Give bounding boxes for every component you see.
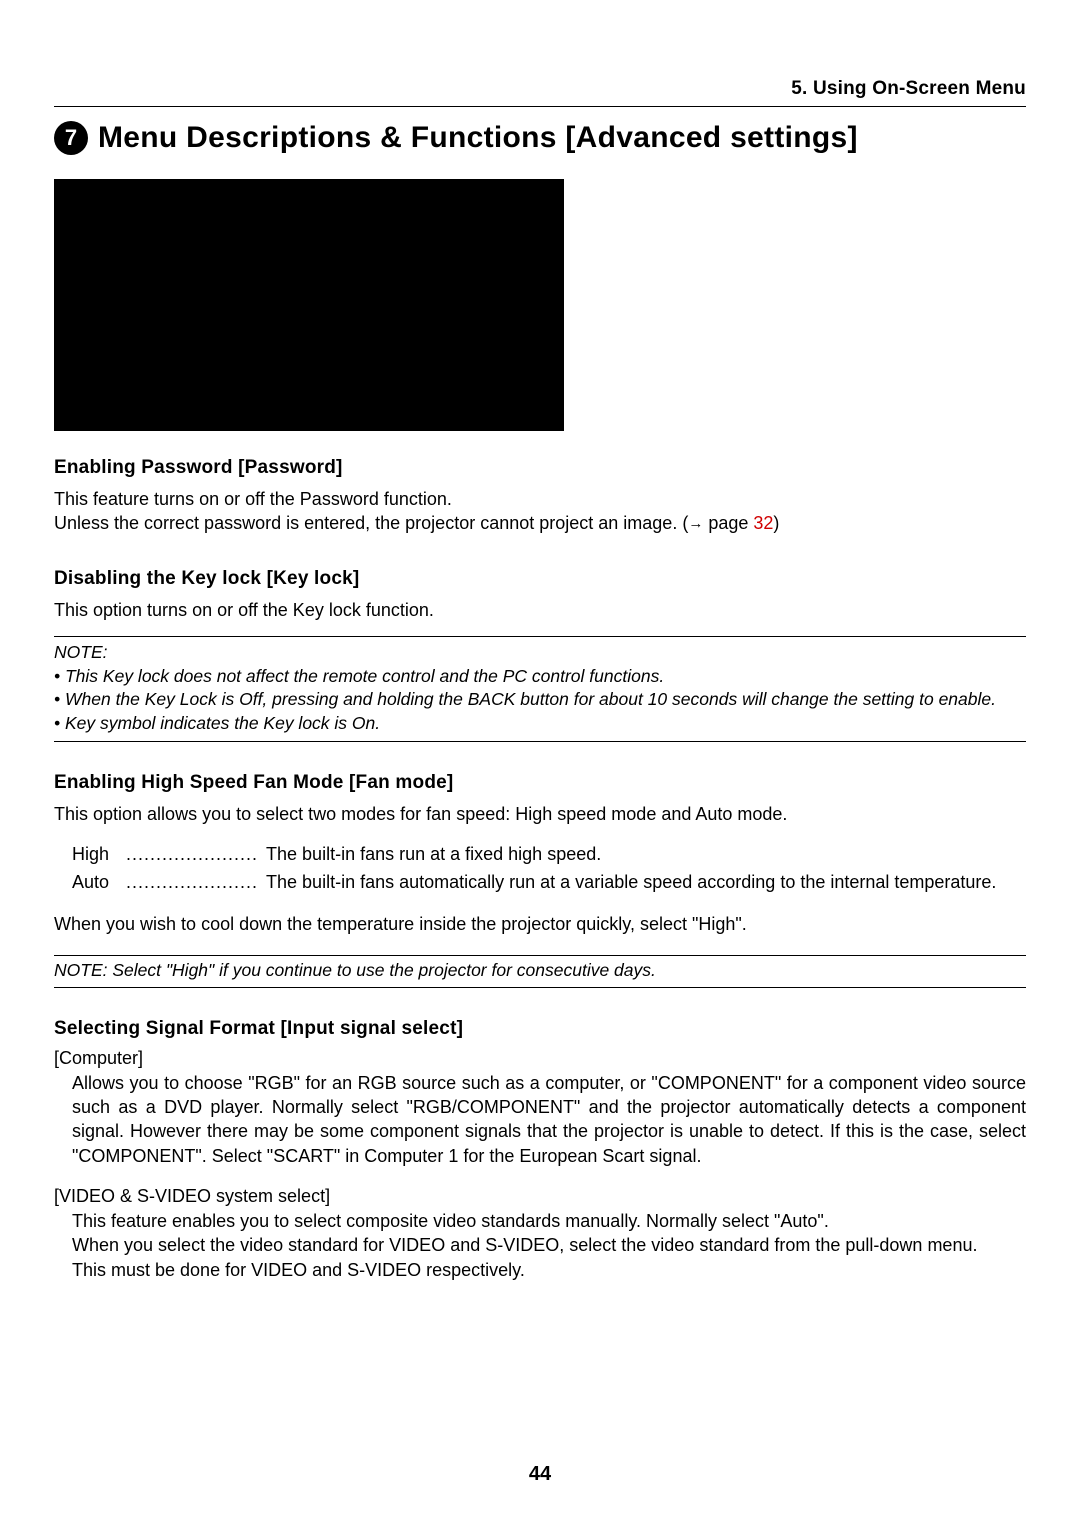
signal-computer-body: Allows you to choose "RGB" for an RGB so… xyxy=(72,1071,1026,1168)
page-number: 44 xyxy=(0,1463,1080,1486)
page-reference-link[interactable]: 32 xyxy=(753,513,773,533)
page-container: 5. Using On-Screen Menu 7 Menu Descripti… xyxy=(0,0,1080,1526)
keylock-note-2: • When the Key Lock is Off, pressing and… xyxy=(54,688,1026,712)
dots-leader: ...................... xyxy=(126,841,258,869)
chapter-header: 5. Using On-Screen Menu xyxy=(54,78,1026,107)
password-body: This feature turns on or off the Passwor… xyxy=(54,487,1026,536)
fan-body: This option allows you to select two mod… xyxy=(54,802,1026,826)
fan-auto-label: Auto xyxy=(72,869,122,897)
signal-video-line3: This must be done for VIDEO and S-VIDEO … xyxy=(72,1260,525,1280)
fan-mode-list: High ...................... The built-in… xyxy=(72,841,1026,897)
password-line1: This feature turns on or off the Passwor… xyxy=(54,489,452,509)
keylock-note-3: • Key symbol indicates the Key lock is O… xyxy=(54,712,1026,736)
section-title-row: 7 Menu Descriptions & Functions [Advance… xyxy=(54,121,1026,155)
fan-high-label: High xyxy=(72,841,122,869)
keylock-note-block: NOTE: • This Key lock does not affect th… xyxy=(54,636,1026,743)
section-title: Menu Descriptions & Functions [Advanced … xyxy=(98,121,858,155)
signal-computer-label: [Computer] xyxy=(54,1048,1026,1069)
fan-heading: Enabling High Speed Fan Mode [Fan mode] xyxy=(54,772,1026,794)
note-label: NOTE: xyxy=(54,641,1026,665)
fan-note: NOTE: Select "High" if you continue to u… xyxy=(54,955,1026,988)
signal-video-label: [VIDEO & S-VIDEO system select] xyxy=(54,1186,1026,1207)
signal-video-line2: When you select the video standard for V… xyxy=(72,1235,977,1255)
section-number-badge: 7 xyxy=(54,121,88,155)
fan-after-text: When you wish to cool down the temperatu… xyxy=(54,912,1026,936)
password-line2c: ) xyxy=(773,513,779,533)
menu-screenshot-placeholder xyxy=(54,179,564,431)
arrow-icon: → xyxy=(688,515,703,532)
signal-heading: Selecting Signal Format [Input signal se… xyxy=(54,1018,1026,1040)
fan-auto-desc: The built-in fans automatically run at a… xyxy=(266,869,996,897)
fan-high-desc: The built-in fans run at a fixed high sp… xyxy=(266,841,601,869)
keylock-heading: Disabling the Key lock [Key lock] xyxy=(54,568,1026,590)
fan-row-auto: Auto ...................... The built-in… xyxy=(72,869,1026,897)
fan-row-high: High ...................... The built-in… xyxy=(72,841,1026,869)
signal-video-line1: This feature enables you to select compo… xyxy=(72,1211,829,1231)
password-line2b: page xyxy=(703,513,753,533)
password-line2a: Unless the correct password is entered, … xyxy=(54,513,688,533)
password-heading: Enabling Password [Password] xyxy=(54,457,1026,479)
keylock-note-1: • This Key lock does not affect the remo… xyxy=(54,665,1026,689)
dots-leader: ...................... xyxy=(126,869,258,897)
keylock-body: This option turns on or off the Key lock… xyxy=(54,598,1026,622)
signal-video-body: This feature enables you to select compo… xyxy=(72,1209,1026,1282)
